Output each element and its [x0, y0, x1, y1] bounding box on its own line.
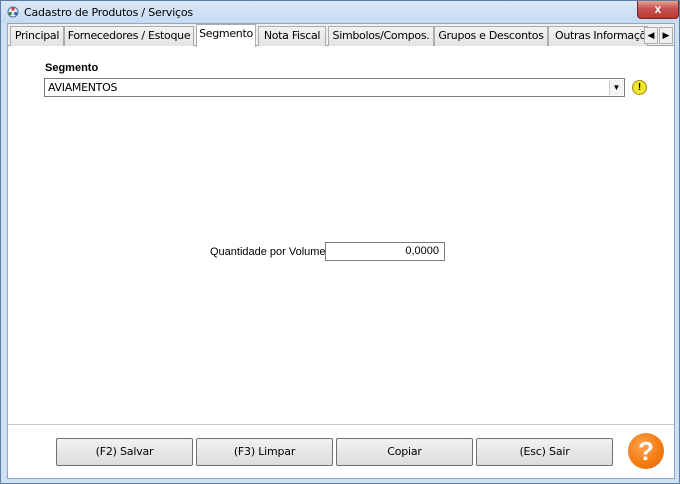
- tab-nota-fiscal[interactable]: Nota Fiscal: [258, 26, 326, 46]
- tab-scroll-right-icon: ▶: [662, 30, 670, 40]
- dropdown-arrow-icon[interactable]: ▼: [609, 80, 623, 95]
- segmento-select[interactable]: AVIAMENTOS ▼: [44, 78, 625, 97]
- title-bar[interactable]: Cadastro de Produtos / Serviços x: [1, 1, 679, 23]
- segmento-value: AVIAMENTOS: [48, 81, 118, 94]
- tab-scroll-right-button[interactable]: ▶: [659, 27, 673, 44]
- window-title: Cadastro de Produtos / Serviços: [24, 6, 193, 19]
- quantidade-label: Quantidade por Volume:: [210, 246, 329, 258]
- warning-icon[interactable]: !: [632, 80, 647, 95]
- tab-principal[interactable]: Principal: [10, 26, 64, 46]
- tab-grupos-descontos[interactable]: Grupos e Descontos: [434, 26, 548, 46]
- client-area: Principal Fornecedores / Estoque Segment…: [7, 23, 675, 479]
- tab-segmento[interactable]: Segmento: [196, 24, 256, 47]
- close-icon: x: [654, 2, 662, 16]
- segmento-label: Segmento: [45, 62, 99, 74]
- clear-button[interactable]: (F3) Limpar: [196, 438, 333, 466]
- exit-button[interactable]: (Esc) Sair: [476, 438, 613, 466]
- help-icon: ?: [638, 436, 654, 466]
- tab-fornecedores-estoque[interactable]: Fornecedores / Estoque: [64, 26, 194, 46]
- tab-scroll-left-button[interactable]: ◀: [644, 27, 658, 44]
- tab-strip: Principal Fornecedores / Estoque Segment…: [8, 24, 674, 47]
- app-icon: [7, 6, 19, 18]
- tab-outras-informacoes[interactable]: Outras Informações: [548, 26, 648, 46]
- close-button[interactable]: x: [637, 1, 679, 19]
- divider: [8, 424, 674, 425]
- copy-button[interactable]: Copiar: [336, 438, 473, 466]
- save-button[interactable]: (F2) Salvar: [56, 438, 193, 466]
- tab-simbolos-compos[interactable]: Simbolos/Compos.: [328, 26, 434, 46]
- window: Cadastro de Produtos / Serviços x Princi…: [0, 0, 680, 484]
- tab-scroll-left-icon: ◀: [647, 30, 655, 40]
- help-button[interactable]: ?: [628, 433, 664, 469]
- quantidade-input[interactable]: 0,0000: [325, 242, 445, 261]
